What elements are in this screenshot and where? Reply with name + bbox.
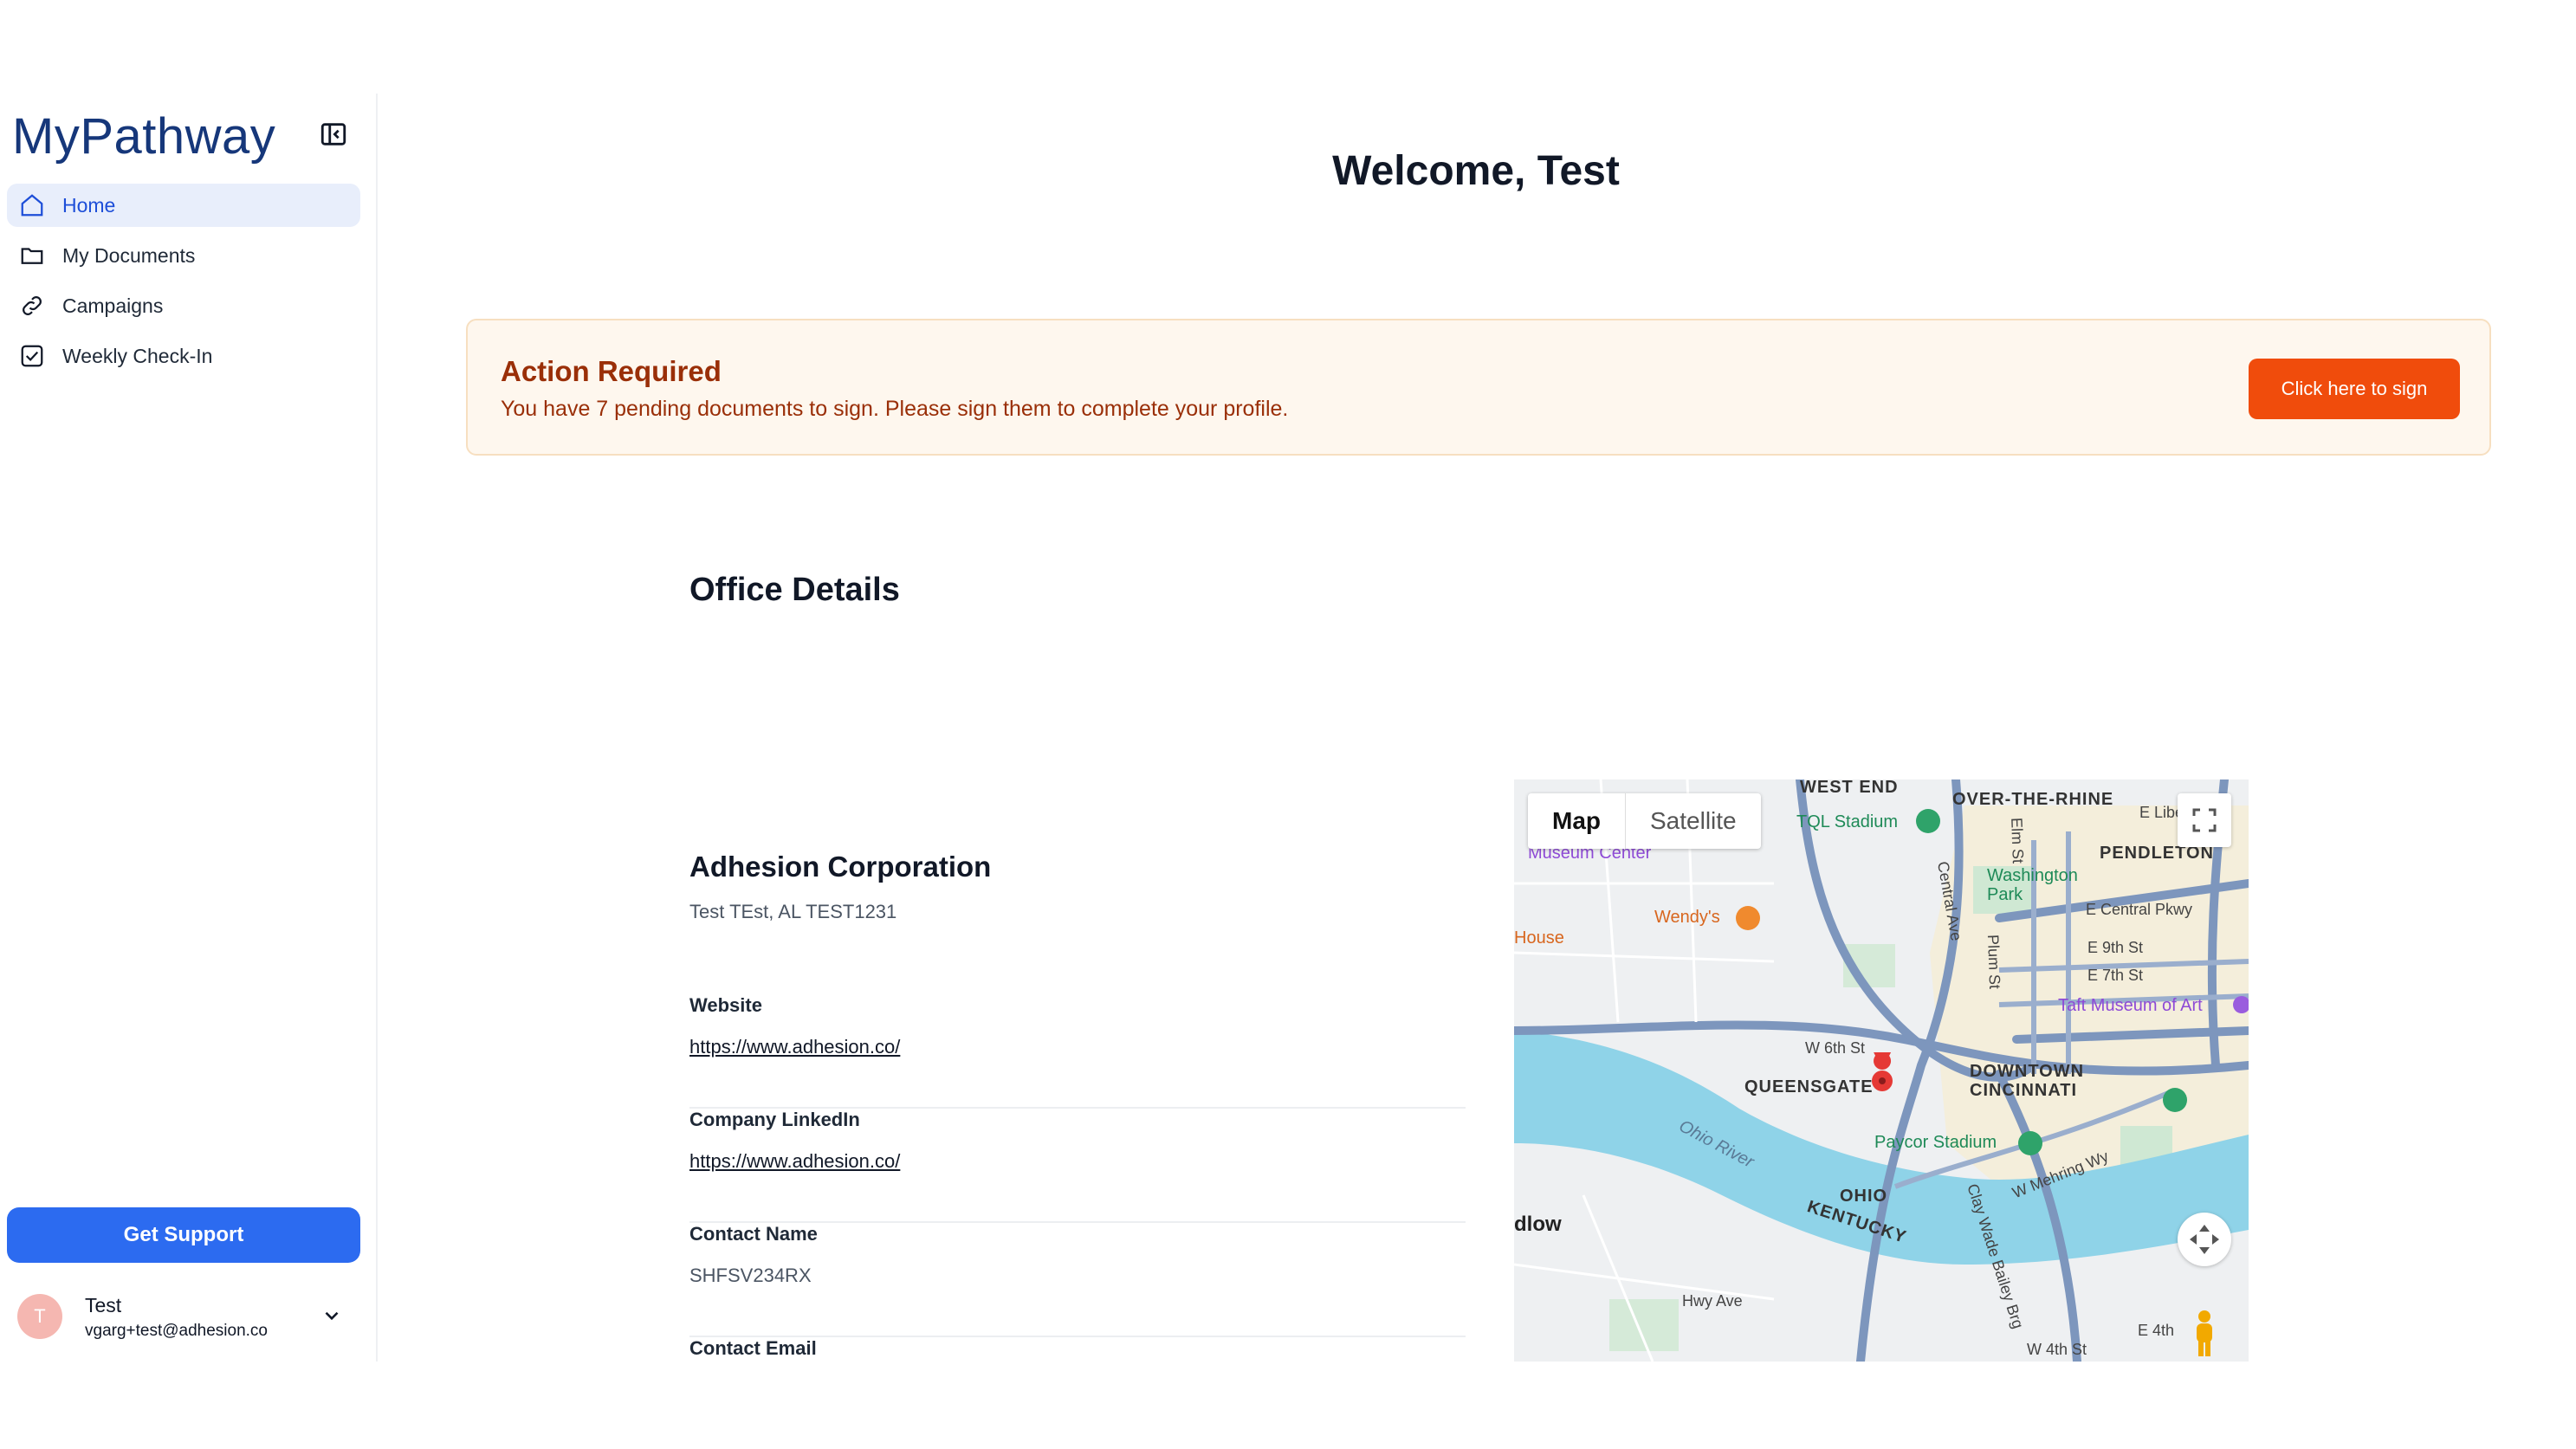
contact-email-field: Contact Email xyxy=(689,1337,1466,1362)
camera-control-button[interactable] xyxy=(2178,1213,2231,1266)
map-label: House xyxy=(1514,928,1564,948)
map-label: E Central Pkwy xyxy=(2086,901,2193,918)
office-details-heading: Office Details xyxy=(689,572,900,608)
sidebar: MyPathway Home My Documents Campaigns We… xyxy=(0,94,378,1362)
map-label: Taft Museum of Art xyxy=(2058,996,2203,1015)
avatar: T xyxy=(17,1294,62,1339)
link-icon xyxy=(19,293,45,319)
sidebar-item-label: Home xyxy=(62,193,116,217)
home-icon xyxy=(19,192,45,218)
user-menu[interactable]: T Test vgarg+test@adhesion.co xyxy=(17,1287,355,1344)
field-label: Contact Email xyxy=(689,1337,817,1359)
sidebar-item-label: Weekly Check-In xyxy=(62,344,213,367)
user-name: Test xyxy=(85,1294,122,1316)
company-name: Adhesion Corporation xyxy=(689,851,992,883)
contact-name-value: SHFSV234RX xyxy=(689,1265,812,1286)
user-email: vgarg+test@adhesion.co xyxy=(85,1322,269,1340)
map-label: Washington Park xyxy=(1987,866,2078,904)
page-title: Welcome, Test xyxy=(1332,148,1620,194)
map-label: TQL Stadium xyxy=(1796,812,1899,831)
chevron-down-icon[interactable] xyxy=(320,1304,343,1327)
map-label: E 9th St xyxy=(2087,939,2144,956)
map-label: E 7th St xyxy=(2087,967,2144,984)
website-field: Website https://www.adhesion.co/ xyxy=(689,994,1466,1109)
check-square-icon xyxy=(19,343,45,369)
map-label: W 4th St xyxy=(2027,1341,2087,1358)
sidebar-item-home[interactable]: Home xyxy=(7,184,360,227)
alert-message: You have 7 pending documents to sign. Pl… xyxy=(501,397,1289,421)
field-label: Contact Name xyxy=(689,1223,818,1245)
logo: MyPathway xyxy=(12,108,276,165)
sidebar-item-label: My Documents xyxy=(62,243,196,267)
map-label: Paycor Stadium xyxy=(1874,1133,1997,1152)
map-label: Elm St xyxy=(2008,817,2027,864)
sign-documents-button[interactable]: Click here to sign xyxy=(2249,359,2460,419)
sidebar-nav: Home My Documents Campaigns Weekly Check… xyxy=(7,184,360,385)
map-label: DOWNTOWN CINCINNATI xyxy=(1970,1062,2085,1100)
linkedin-field: Company LinkedIn https://www.adhesion.co… xyxy=(689,1109,1466,1223)
map-label: E 4th xyxy=(2138,1322,2175,1339)
sidebar-collapse-icon xyxy=(320,123,346,146)
sidebar-item-label: Campaigns xyxy=(62,294,164,317)
folder-icon xyxy=(19,243,45,268)
map-canvas xyxy=(1514,779,2249,1362)
satellite-view-button[interactable]: Satellite xyxy=(1626,793,1761,849)
sidebar-item-weekly-check-in[interactable]: Weekly Check-In xyxy=(7,334,360,378)
map-label: Plum St xyxy=(1984,934,2004,990)
contact-name-field: Contact Name SHFSV234RX xyxy=(689,1223,1466,1337)
field-label: Website xyxy=(689,994,762,1016)
map-label: Hwy Ave xyxy=(1682,1292,1743,1310)
sidebar-item-my-documents[interactable]: My Documents xyxy=(7,234,360,277)
sidebar-item-campaigns[interactable]: Campaigns xyxy=(7,284,360,327)
map-label: dlow xyxy=(1514,1213,1562,1236)
camera-control-icon xyxy=(2190,1225,2219,1254)
street-view-pegman-icon[interactable] xyxy=(2190,1310,2219,1358)
alert-title: Action Required xyxy=(501,355,722,387)
fullscreen-button[interactable] xyxy=(2178,793,2231,847)
website-link[interactable]: https://www.adhesion.co/ xyxy=(689,1036,900,1058)
map-label: WEST END xyxy=(1800,779,1899,797)
map-label: QUEENSGATE xyxy=(1744,1077,1874,1096)
action-required-alert: Action Required You have 7 pending docum… xyxy=(466,319,2491,456)
map-label: Wendy's xyxy=(1654,908,1720,927)
get-support-button[interactable]: Get Support xyxy=(7,1207,360,1263)
field-label: Company LinkedIn xyxy=(689,1109,860,1130)
collapse-sidebar-button[interactable] xyxy=(319,120,348,149)
linkedin-link[interactable]: https://www.adhesion.co/ xyxy=(689,1150,900,1173)
map-view-button[interactable]: Map xyxy=(1528,793,1626,849)
fullscreen-icon xyxy=(2192,808,2217,832)
office-map[interactable]: WEST END OVER-THE-RHINE PENDLETON E Libe… xyxy=(1514,779,2249,1362)
map-label: OVER-THE-RHINE xyxy=(1952,790,2114,809)
company-address: Test TEst, AL TEST1231 xyxy=(689,901,897,922)
map-type-toggle: Map Satellite xyxy=(1528,793,1761,849)
map-label: W 6th St xyxy=(1805,1039,1866,1057)
map-label: OHIO xyxy=(1840,1187,1888,1206)
